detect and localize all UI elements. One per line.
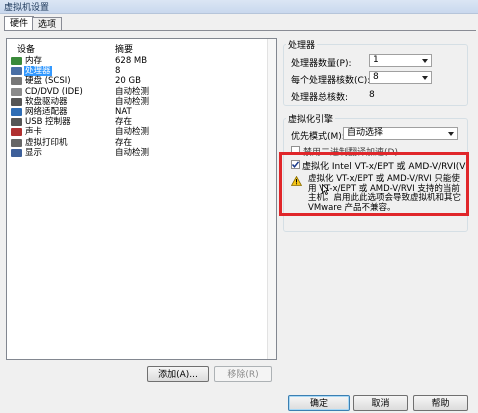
floppy-icon — [11, 97, 22, 106]
device-name: 软盘驱动器 — [25, 96, 68, 107]
device-row[interactable]: CD/DVD (IDE) 自动检测 — [7, 87, 276, 97]
usb-icon — [11, 118, 22, 127]
column-header-device: 设备 — [17, 45, 36, 55]
device-row[interactable]: 显示 自动检测 — [7, 148, 276, 158]
cores-per-processor-select[interactable]: 8 — [369, 71, 432, 84]
help-button[interactable]: 帮助 — [413, 395, 468, 411]
ok-button[interactable]: 确定 — [288, 395, 350, 411]
device-summary: 628 MB — [115, 56, 148, 66]
device-name: CD/DVD (IDE) — [25, 86, 83, 97]
total-cores-label: 处理器总核数: — [291, 93, 349, 103]
preferred-mode-label: 优先模式(M): — [291, 132, 345, 142]
cores-per-processor-value: 8 — [373, 72, 379, 82]
add-device-button[interactable]: 添加(A)... — [147, 366, 209, 382]
device-name: 虚拟打印机 — [25, 137, 68, 148]
hard-disk-icon — [11, 77, 22, 86]
preferred-mode-value: 自动选择 — [347, 128, 384, 138]
device-row[interactable]: USB 控制器 存在 — [7, 117, 276, 127]
device-row[interactable]: 声卡 自动检测 — [7, 127, 276, 137]
device-name: 声卡 — [25, 127, 43, 138]
remove-device-button[interactable]: 移除(R) — [214, 366, 272, 382]
device-summary: 自动检测 — [115, 147, 150, 158]
chevron-down-icon — [448, 132, 454, 136]
device-name: 内存 — [25, 56, 43, 66]
device-name: USB 控制器 — [25, 117, 71, 128]
processor-icon — [11, 67, 22, 76]
cores-per-processor-label: 每个处理器核数(C): — [291, 76, 371, 86]
processor-group-label: 处理器 — [286, 38, 318, 51]
device-name: 硬盘 (SCSI) — [25, 76, 71, 87]
device-row[interactable]: 软盘驱动器 自动检测 — [7, 97, 276, 107]
title-bar: 虚拟机设置 — [0, 0, 478, 14]
chevron-down-icon — [422, 76, 428, 80]
device-list[interactable]: 设备 摘要 内存 628 MB 处理器 8 硬盘 (SCSI) 20 GB CD/DVD (… — [6, 38, 277, 360]
device-row[interactable]: 虚拟打印机 存在 — [7, 138, 276, 148]
device-summary: 自动检测 — [115, 86, 150, 97]
device-name: 网络适配器 — [25, 107, 68, 117]
device-summary: 存在 — [115, 117, 133, 128]
device-summary: 20 GB — [115, 76, 141, 87]
processor-count-value: 1 — [373, 55, 379, 65]
processor-count-label: 处理器数量(P): — [291, 59, 352, 69]
virtualization-engine-label: 虚拟化引擎 — [286, 112, 336, 125]
sound-card-icon — [11, 128, 22, 137]
device-name: 显示 — [25, 147, 43, 158]
display-icon — [11, 148, 22, 157]
cd-dvd-icon — [11, 87, 22, 96]
device-summary: NAT — [115, 107, 132, 117]
highlight-box — [279, 152, 469, 216]
device-summary: 8 — [115, 66, 121, 77]
device-row[interactable]: 硬盘 (SCSI) 20 GB — [7, 76, 276, 86]
tab-hardware[interactable]: 硬件 — [4, 16, 35, 31]
device-list-scrollbar[interactable] — [267, 39, 276, 359]
device-summary: 存在 — [115, 137, 133, 148]
processor-count-select[interactable]: 1 — [369, 54, 432, 67]
device-row[interactable]: 网络适配器 NAT — [7, 107, 276, 117]
column-header-summary: 摘要 — [115, 45, 134, 55]
preferred-mode-select[interactable]: 自动选择 — [343, 127, 458, 140]
device-summary: 自动检测 — [115, 127, 150, 138]
total-cores-value: 8 — [369, 90, 375, 100]
cancel-button[interactable]: 取消 — [353, 395, 408, 411]
memory-icon — [11, 57, 22, 65]
device-row[interactable]: 处理器 8 — [7, 66, 276, 77]
device-summary: 自动检测 — [115, 96, 150, 107]
window-title: 虚拟机设置 — [4, 3, 50, 13]
tab-options[interactable]: 选项 — [32, 17, 63, 31]
tab-divider — [4, 30, 476, 31]
mouse-cursor-icon — [322, 184, 329, 195]
device-row[interactable]: 内存 628 MB — [7, 56, 276, 66]
device-name: 处理器 — [24, 66, 52, 77]
chevron-down-icon — [422, 59, 428, 63]
network-adapter-icon — [11, 108, 22, 116]
printer-icon — [11, 138, 22, 147]
